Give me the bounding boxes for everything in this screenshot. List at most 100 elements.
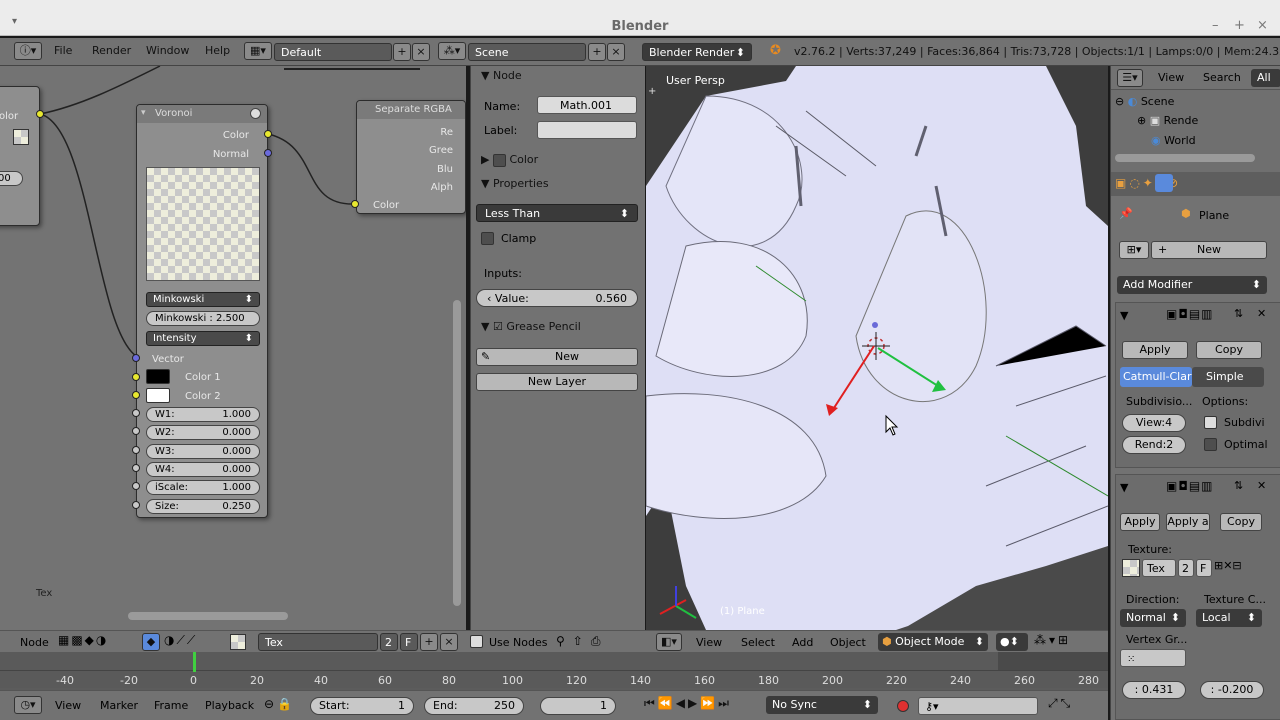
screen-layout-icon[interactable]: ▦▾ [244, 42, 272, 60]
simple-button[interactable]: Simple [1192, 367, 1264, 387]
timeline-menu-marker[interactable]: Marker [100, 699, 138, 712]
subsurf-modifier-icons[interactable]: ▣◘▤▥ [1166, 307, 1214, 321]
outliner-menu-search[interactable]: Search [1203, 71, 1241, 84]
start-frame-field[interactable]: Start: 1 [310, 697, 414, 715]
interaction-mode-select[interactable]: ⬢ Object Mode ⬍ [878, 633, 988, 651]
3d-menu-select[interactable]: Select [741, 636, 775, 649]
timeline[interactable]: -40 -20 0 20 40 60 80 100 120 140 160 18… [0, 652, 1108, 690]
displace-copy-button[interactable]: Copy [1220, 513, 1262, 531]
outliner-item-render[interactable]: ⊕ ▣ Rende [1137, 114, 1198, 127]
end-frame-field[interactable]: End: 250 [424, 697, 524, 715]
vertical-scrollbar[interactable] [453, 300, 461, 606]
strength-field[interactable]: : -0.200 [1200, 681, 1264, 699]
scene-field[interactable]: Scene [468, 43, 586, 61]
size-input-socket[interactable] [132, 501, 140, 509]
optimal-display-checkbox[interactable] [1204, 438, 1217, 451]
iscale-field[interactable]: iScale: 1.000 [146, 480, 260, 495]
add-layout-icon[interactable]: + [393, 43, 411, 61]
add-modifier-select[interactable]: Add Modifier ⬍ [1117, 276, 1267, 294]
subsurf-collapse-icon[interactable]: ▼ [1120, 309, 1128, 322]
auto-keying-record-icon[interactable] [897, 700, 909, 712]
node-label-field[interactable] [537, 121, 637, 139]
w4-input-socket[interactable] [132, 464, 140, 472]
collapse-icon[interactable]: ▾ [141, 108, 146, 118]
subsurf-move-icon[interactable]: ⇅ [1234, 307, 1243, 320]
color2-input-socket[interactable] [132, 391, 140, 399]
3d-viewport[interactable]: User Persp (1) Plane + [646, 66, 1108, 630]
texture-fake-user-button[interactable]: F [1196, 559, 1212, 577]
left-node-swatch[interactable] [13, 129, 29, 145]
displace-apply-button[interactable]: Apply [1120, 513, 1160, 531]
distance-metric-select[interactable]: Minkowski ⬍ [146, 292, 260, 307]
value-slider[interactable]: ‹ Value: 0.560 [476, 289, 638, 307]
outliner-item-scene[interactable]: ⊖ ◐ Scene [1115, 95, 1174, 108]
viewport-shading-select[interactable]: ●⬍ [996, 633, 1028, 651]
vector-input-socket[interactable] [132, 354, 140, 362]
grease-pencil-check-icon[interactable]: ☑ [493, 320, 503, 333]
w3-input-socket[interactable] [132, 446, 140, 454]
w1-field[interactable]: W1: 1.000 [146, 407, 260, 422]
toolshelf-toggle-icon[interactable]: + [648, 86, 656, 97]
voronoi-header[interactable]: Voronoi [137, 105, 267, 123]
3d-menu-view[interactable]: View [696, 636, 722, 649]
color1-swatch[interactable] [146, 369, 170, 384]
maximize-button[interactable]: + [1234, 18, 1245, 33]
new-layer-button[interactable]: New Layer [476, 373, 638, 391]
texture-nodes-icon[interactable]: ◆ [142, 633, 160, 651]
view-levels-field[interactable]: View:4 [1122, 414, 1186, 432]
left-node-output-socket[interactable] [36, 110, 44, 118]
subsurf-remove-icon[interactable]: ✕ [1257, 307, 1266, 320]
coloring-select[interactable]: Intensity ⬍ [146, 331, 260, 346]
subsurf-apply-button[interactable]: Apply [1122, 341, 1188, 359]
close-button[interactable]: × [1257, 18, 1268, 33]
3d-view-editor-icon[interactable]: ◧▾ [656, 633, 682, 651]
timeline-menu-view[interactable]: View [55, 699, 81, 712]
clamp-checkbox[interactable] [481, 232, 494, 245]
color-section-checkbox[interactable] [492, 153, 506, 167]
texture-name-field[interactable]: Tex [1142, 559, 1176, 577]
node-tree-remove-icon[interactable]: × [440, 633, 458, 651]
iscale-input-socket[interactable] [132, 482, 140, 490]
keying-set-field[interactable]: ⚷▾ [918, 697, 1038, 715]
grease-pencil-header[interactable]: ▼ ☑ Grease Pencil [481, 320, 581, 333]
menu-render[interactable]: Render [92, 44, 131, 57]
node-tree-field[interactable]: Tex [258, 633, 378, 651]
playback-controls-icons[interactable]: ⏮⏪◀▶⏩⏭ [644, 696, 732, 711]
w1-input-socket[interactable] [132, 409, 140, 417]
color2-swatch[interactable] [146, 388, 170, 403]
subsurf-copy-button[interactable]: Copy [1196, 341, 1262, 359]
node-menu[interactable]: Node [20, 636, 49, 649]
node-tree-users[interactable]: 2 [380, 633, 398, 651]
timeline-menu-playback[interactable]: Playback [205, 699, 254, 712]
node-editor[interactable]: olor 00 Voronoi ▾ Color Normal Minkowski… [0, 66, 466, 630]
pivot-and-layer-icons[interactable]: ⁂▾⊞ [1034, 633, 1071, 647]
node-section-header[interactable]: ▼ Node [481, 69, 522, 82]
separate-color-input-socket[interactable] [351, 200, 359, 208]
remove-scene-icon[interactable]: × [607, 43, 625, 61]
displace-modifier-icons[interactable]: ▣◘▤▥ [1166, 479, 1214, 493]
outliner-item-world[interactable]: ◉ World [1151, 134, 1196, 147]
w3-field[interactable]: W3: 0.000 [146, 444, 260, 459]
timeline-editor-icon[interactable]: ◷▾ [14, 696, 42, 714]
voronoi-color-output-socket[interactable] [264, 130, 272, 138]
use-nodes-checkbox[interactable] [470, 635, 483, 648]
separate-rgba-header[interactable]: Separate RGBA [357, 101, 465, 119]
render-levels-field[interactable]: Rend:2 [1122, 436, 1186, 454]
color-section-header[interactable]: ▶ Color [481, 153, 538, 167]
voronoi-normal-output-socket[interactable] [264, 149, 272, 157]
insert-keyframe-icons[interactable]: ⤢⤡ [1048, 696, 1073, 711]
preview-toggle-icon[interactable] [250, 108, 261, 119]
minkowski-field[interactable]: Minkowski : 2.500 [146, 311, 260, 326]
texture-actions-icons[interactable]: ⊞✕⊟ [1214, 559, 1242, 572]
pin-icon[interactable]: 📌 [1119, 207, 1133, 220]
midlevel-field[interactable]: : 0.431 [1122, 681, 1186, 699]
remove-layout-icon[interactable]: × [412, 43, 430, 61]
texture-coords-select[interactable]: Local ⬍ [1196, 609, 1262, 627]
new-data-button[interactable]: + New [1151, 241, 1267, 259]
current-frame-playhead[interactable] [193, 652, 196, 672]
screen-layout-field[interactable]: Default [274, 43, 392, 61]
displace-remove-icon[interactable]: ✕ [1257, 479, 1266, 492]
displace-apply-as-shape-button[interactable]: Apply a [1166, 513, 1210, 531]
add-scene-icon[interactable]: + [588, 43, 606, 61]
node-header-tool-icons[interactable]: ⚲⇧⎙ [556, 634, 608, 649]
